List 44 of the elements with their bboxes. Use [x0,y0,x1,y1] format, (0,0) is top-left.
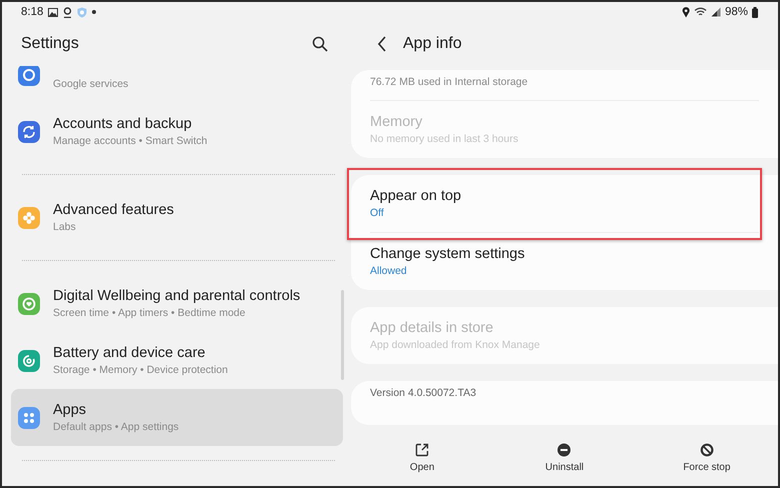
shield-icon [77,6,88,18]
item-value: Off [370,206,385,220]
settings-item[interactable]: Apps Default apps • App settings [11,389,343,446]
grid-icon [18,406,40,428]
uninstall-button[interactable]: Uninstall [519,440,610,474]
item-subtitle: 76.72 MB used in Internal storage [370,75,529,90]
settings-item[interactable]: Digital Wellbeing and parental controls Screen time • App timers • Bedtime mode [11,275,343,332]
prohibited-icon [700,442,714,456]
settings-item-subtitle: Default apps • App settings [53,420,179,434]
item-title: Memory [370,112,424,132]
settings-item-title: Accounts and backup [53,114,193,134]
settings-item-title: Battery and device care [53,344,206,362]
settings-item-subtitle: Labs [53,220,77,234]
minus-circle-icon [557,442,572,456]
item-title: App details in store [370,318,494,338]
app-info-title: App info [403,35,462,53]
item-title[interactable]: Appear on top [370,186,759,206]
open-external-icon [415,442,430,456]
settings-title: Settings [21,35,79,53]
battery-percent: 98% [724,6,748,18]
signal-icon [710,7,721,17]
settings-item-subtitle: Storage • Memory • Device protection [53,362,228,378]
open-button[interactable]: Open [377,440,468,474]
settings-item[interactable]: Battery and device care Storage • Memory • Device protection [11,332,343,389]
settings-item-subtitle: Manage accounts • Smart Switch [53,134,208,148]
settings-item[interactable]: Advanced features Labs [11,189,343,246]
battery-icon [752,6,758,18]
settings-item-title: Advanced features [53,200,174,220]
notification-dot-icon [92,10,96,14]
version-text: Version 4.0.50072.TA3 [370,386,478,401]
settings-item-title: Digital Wellbeing and parental controls [53,286,300,306]
settings-item-title: Apps [53,400,88,420]
item-title[interactable]: Change system settings [370,244,759,264]
settings-item[interactable]: Accounts and backup Manage accounts • Smart Switch [11,103,343,160]
item-value: Allowed [370,264,408,278]
back-icon[interactable] [377,36,387,52]
clock-time: 8:18 [21,6,44,18]
sync-icon [18,120,40,142]
image-icon [48,8,58,16]
settings-item-subtitle: Screen time • App timers • Bedtime mode [53,306,246,320]
settings-item-subtitle: Google services [53,76,128,92]
force-stop-button[interactable]: Force stop [662,440,752,474]
search-icon[interactable] [312,36,328,52]
wifi-icon [694,7,707,17]
